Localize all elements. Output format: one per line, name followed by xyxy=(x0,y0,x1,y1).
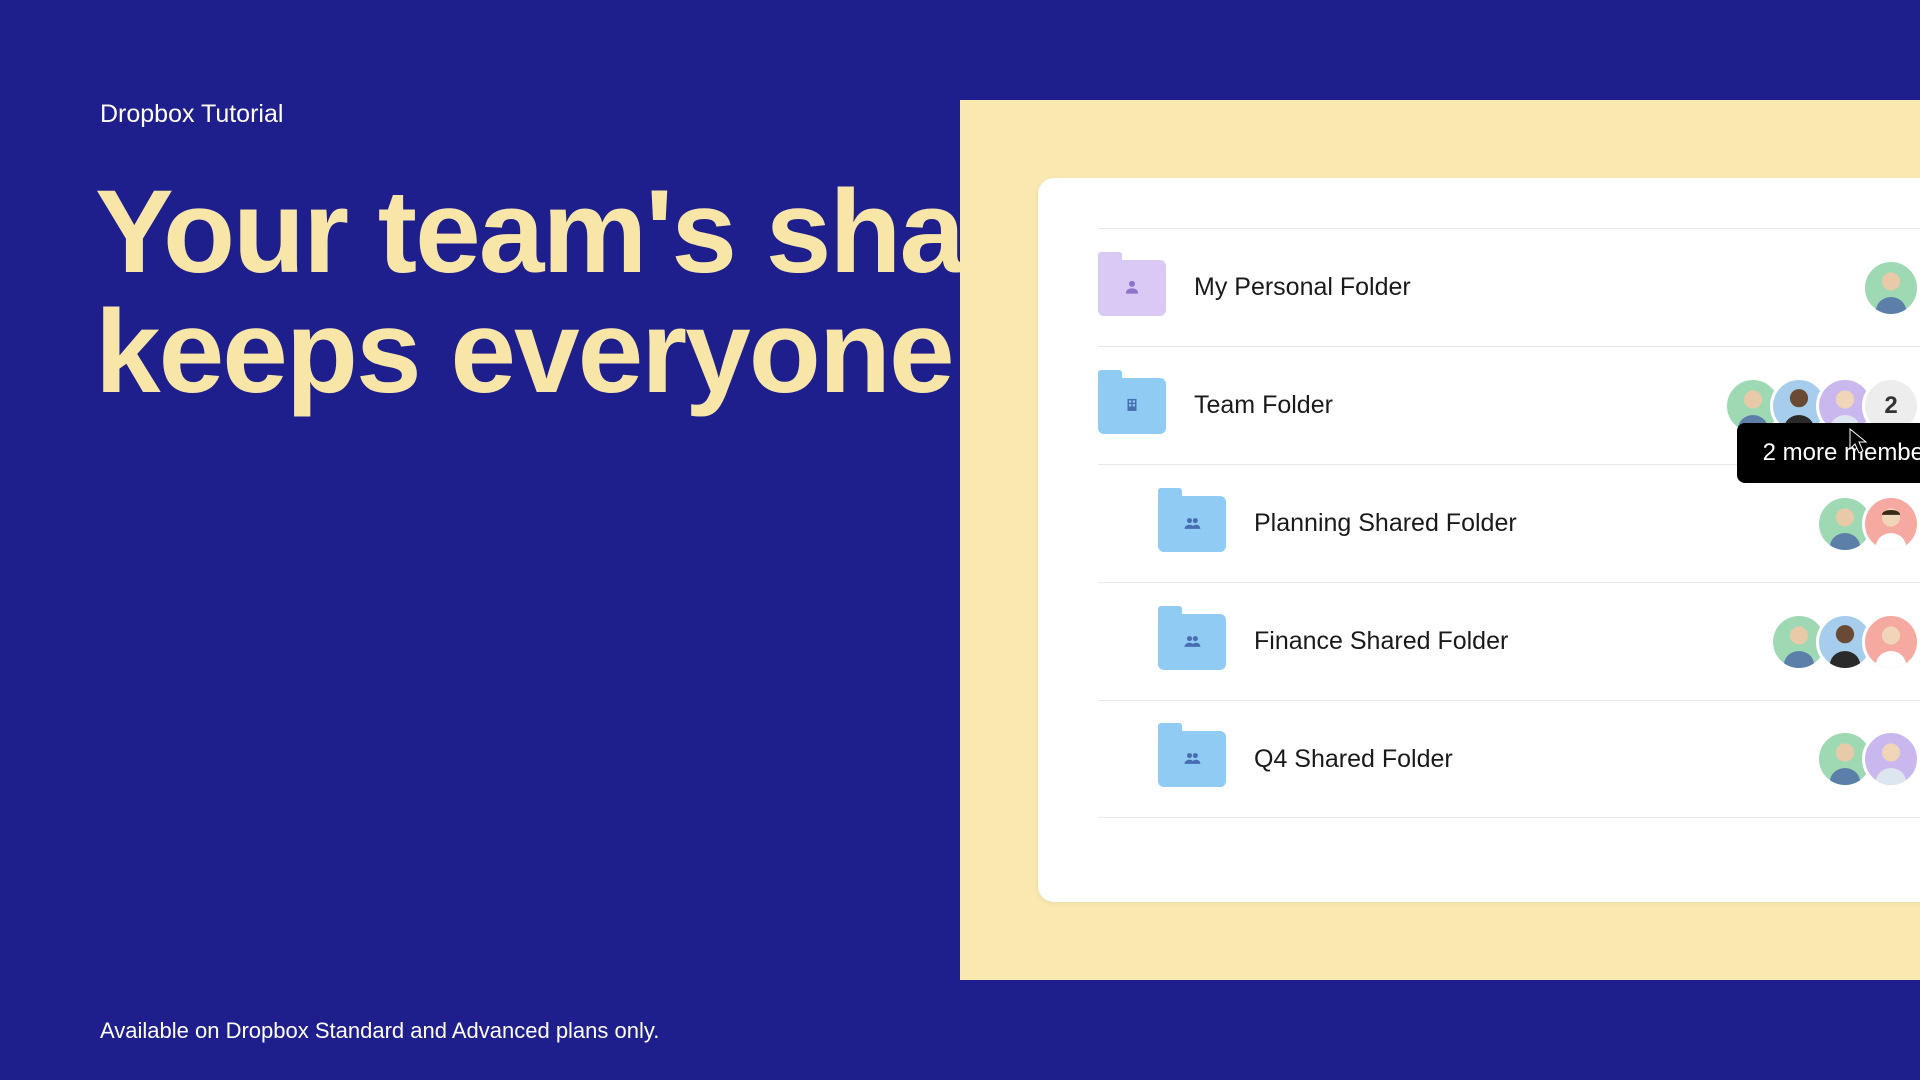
folder-row-q4[interactable]: Q4 Shared Folder xyxy=(1098,700,1920,818)
member-avatars xyxy=(1770,613,1920,671)
people-icon xyxy=(1182,631,1202,657)
file-list-panel: My Personal Folder Team Folder 2 xyxy=(1038,178,1920,902)
folder-icon-personal xyxy=(1098,260,1166,316)
member-avatars xyxy=(1816,730,1920,788)
cursor-icon xyxy=(1849,428,1869,456)
avatar xyxy=(1862,495,1920,553)
folder-label: Planning Shared Folder xyxy=(1254,509,1816,538)
folder-icon-shared xyxy=(1158,731,1226,787)
avatar xyxy=(1862,259,1920,317)
folder-label: My Personal Folder xyxy=(1194,273,1862,302)
eyebrow-label: Dropbox Tutorial xyxy=(100,100,283,129)
folder-row-finance[interactable]: Finance Shared Folder xyxy=(1098,582,1920,700)
footnote: Available on Dropbox Standard and Advanc… xyxy=(100,1018,659,1044)
folder-icon-shared xyxy=(1158,614,1226,670)
folder-label: Team Folder xyxy=(1194,391,1724,420)
avatar xyxy=(1862,613,1920,671)
folder-row-personal[interactable]: My Personal Folder xyxy=(1098,228,1920,346)
member-avatars xyxy=(1816,495,1920,553)
avatar xyxy=(1862,730,1920,788)
folder-icon-team xyxy=(1098,378,1166,434)
folder-icon-shared xyxy=(1158,496,1226,552)
members-tooltip: 2 more members xyxy=(1737,423,1920,483)
person-icon xyxy=(1123,277,1141,301)
member-avatars xyxy=(1862,259,1920,317)
folder-label: Q4 Shared Folder xyxy=(1254,745,1816,774)
folder-label: Finance Shared Folder xyxy=(1254,627,1770,656)
folder-row-planning[interactable]: Planning Shared Folder 2 more members xyxy=(1098,464,1920,582)
people-icon xyxy=(1182,748,1202,774)
building-icon xyxy=(1123,395,1141,419)
illustration-frame: My Personal Folder Team Folder 2 xyxy=(960,100,1920,980)
people-icon xyxy=(1182,513,1202,539)
